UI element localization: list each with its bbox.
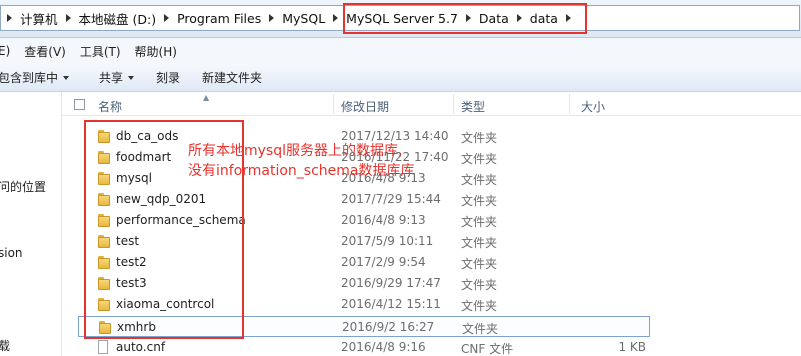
folder-icon	[98, 172, 110, 185]
column-divider[interactable]	[333, 94, 334, 114]
column-name-header[interactable]: 名称	[98, 98, 122, 115]
breadcrumb-local-disk[interactable]: 本地磁盘 (D:)	[79, 9, 157, 28]
folder-icon	[98, 235, 110, 248]
file-type: 文件夹	[461, 194, 498, 208]
file-type: CNF 文件	[461, 342, 514, 356]
file-row-auto-cnf[interactable]: auto.cnf 2016/4/8 9:16 CNF 文件 1 KB	[78, 337, 650, 356]
address-bar[interactable]: 计算机 本地磁盘 (D:) Program Files MySQL MySQL …	[0, 5, 800, 31]
breadcrumb-program-files[interactable]: Program Files	[177, 11, 261, 26]
folder-icon	[98, 298, 110, 311]
select-all-checkbox[interactable]	[74, 99, 85, 110]
command-bar: 包含到库中 共享 刻录 新建文件夹	[0, 64, 801, 92]
file-type: 文件夹	[461, 152, 498, 166]
new-folder-button[interactable]: 新建文件夹	[202, 69, 262, 86]
folder-icon	[98, 256, 110, 269]
file-name: xmhrb	[117, 320, 156, 334]
include-in-library-button[interactable]: 包含到库中	[0, 69, 70, 86]
file-type: 文件夹	[461, 278, 498, 292]
address-bar-region: 计算机 本地磁盘 (D:) Program Files MySQL MySQL …	[0, 0, 801, 38]
chevron-right-icon[interactable]	[164, 14, 170, 22]
file-date: 2017/2/9 9:54	[341, 255, 426, 269]
column-size-header[interactable]: 大小	[581, 98, 605, 115]
file-row-performance-schema[interactable]: performance_schema 2016/4/8 9:13 文件夹	[78, 210, 650, 231]
folder-icon	[99, 321, 111, 334]
folder-icon	[98, 130, 110, 143]
annotation-line-1: 所有本地mysql服务器上的数据库,	[188, 143, 403, 159]
menu-tools[interactable]: 工具(T)	[80, 43, 121, 60]
column-divider[interactable]	[569, 94, 570, 114]
sort-up-icon: ▲	[203, 93, 210, 102]
caret-down-icon	[63, 75, 70, 80]
breadcrumb-data-upper[interactable]: Data	[479, 11, 509, 26]
folder-icon	[98, 151, 110, 164]
file-date: 2016/9/2 16:27	[342, 320, 435, 334]
folder-icon	[98, 214, 110, 227]
navigation-pane: 问的位置 sion 载	[0, 92, 62, 356]
caret-down-icon	[128, 75, 135, 80]
chevron-right-icon[interactable]	[516, 14, 522, 22]
burn-button[interactable]: 刻录	[156, 69, 180, 86]
chevron-right-icon[interactable]	[7, 14, 12, 22]
file-row-test[interactable]: test 2017/5/9 10:11 文件夹	[78, 231, 650, 252]
column-divider[interactable]	[453, 94, 454, 114]
chevron-right-icon[interactable]	[65, 14, 71, 22]
file-type: 文件夹	[461, 236, 498, 250]
file-size: 1 KB	[618, 340, 646, 354]
file-name: test	[116, 234, 140, 248]
file-date: 2016/4/8 9:13	[341, 213, 426, 227]
chevron-right-icon[interactable]	[565, 14, 571, 22]
nav-item-download[interactable]: 载	[0, 337, 10, 354]
file-type: 文件夹	[461, 131, 498, 145]
file-type: 文件夹	[461, 299, 498, 313]
folder-icon	[98, 193, 110, 206]
menu-edit[interactable]: E)	[0, 44, 10, 58]
file-type: 文件夹	[461, 215, 498, 229]
file-date: 2016/4/8 9:16	[341, 340, 426, 354]
include-in-library-label: 包含到库中	[0, 71, 59, 85]
nav-item-recent-places[interactable]: 问的位置	[0, 178, 46, 195]
file-row-xiaoma-contrcol[interactable]: xiaoma_contrcol 2016/4/12 15:11 文件夹	[78, 294, 650, 315]
file-row-test3[interactable]: test3 2016/9/29 17:47 文件夹	[78, 273, 650, 294]
file-name: db_ca_ods	[116, 129, 179, 143]
chevron-right-icon[interactable]	[333, 14, 339, 22]
column-type-header[interactable]: 类型	[461, 98, 485, 115]
file-name: auto.cnf	[116, 340, 166, 354]
breadcrumb-mysql-server[interactable]: MySQL Server 5.7	[346, 11, 458, 26]
file-row-xmhrb[interactable]: xmhrb 2016/9/2 16:27 文件夹	[78, 316, 650, 337]
menu-bar: E) 查看(V) 工具(T) 帮助(H)	[0, 38, 801, 64]
file-date: 2016/4/12 15:11	[341, 297, 441, 311]
breadcrumb-computer[interactable]: 计算机	[20, 9, 58, 28]
file-name: performance_schema	[116, 213, 246, 227]
file-name: xiaoma_contrcol	[116, 297, 215, 311]
file-icon	[98, 340, 108, 354]
breadcrumb-mysql[interactable]: MySQL	[282, 11, 325, 26]
file-date: 2017/5/9 10:11	[341, 234, 434, 248]
column-header: ▲ 名称 修改日期 类型 大小	[62, 92, 801, 116]
file-date: 2016/9/29 17:47	[341, 276, 441, 290]
share-button[interactable]: 共享	[99, 69, 135, 86]
annotation-line-2: 没有information_schema数据库库	[188, 163, 415, 179]
file-type: 文件夹	[461, 173, 498, 187]
file-date: 2017/7/29 15:44	[341, 192, 441, 206]
nav-item-version[interactable]: sion	[0, 246, 23, 260]
file-name: test3	[116, 276, 147, 290]
file-name: new_qdp_0201	[116, 192, 207, 206]
file-name: mysql	[116, 171, 152, 185]
file-row-new-qdp-0201[interactable]: new_qdp_0201 2017/7/29 15:44 文件夹	[78, 189, 650, 210]
menu-help[interactable]: 帮助(H)	[135, 43, 177, 60]
folder-icon	[98, 277, 110, 290]
file-type: 文件夹	[462, 322, 499, 336]
file-name: test2	[116, 255, 147, 269]
file-row-test2[interactable]: test2 2017/2/9 9:54 文件夹	[78, 252, 650, 273]
share-label: 共享	[99, 71, 124, 85]
chevron-right-icon[interactable]	[465, 14, 471, 22]
column-date-header[interactable]: 修改日期	[341, 98, 389, 115]
breadcrumb-data-lower[interactable]: data	[530, 11, 558, 26]
file-name: foodmart	[116, 150, 172, 164]
file-type: 文件夹	[461, 257, 498, 271]
chevron-right-icon[interactable]	[269, 14, 275, 22]
menu-view[interactable]: 查看(V)	[24, 43, 66, 60]
